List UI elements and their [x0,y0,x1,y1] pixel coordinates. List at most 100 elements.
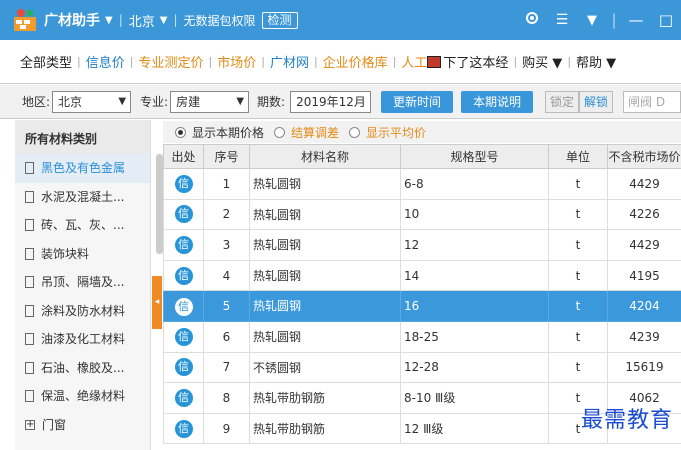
source-cell[interactable]: 信 [163,351,204,384]
sidebar-item[interactable]: 砖、瓦、灰、... [15,211,150,240]
maximize-icon[interactable]: □ [651,11,681,29]
spec-cell: 10 [400,198,549,231]
sidebar-item[interactable]: 吊顶、隔墙及... [15,268,150,297]
sidebar-item[interactable]: 涂料及防水材料 [15,297,150,326]
radio-average[interactable] [349,126,361,138]
sidebar-item[interactable]: 保温、绝缘材料 [15,382,150,411]
col-index[interactable]: 序号 [203,144,250,169]
table-row[interactable]: 信 1 热轧圆钢 6-8 t 4429 [163,168,681,200]
menu-info-price[interactable]: 信息价 [86,52,125,71]
minimize-icon[interactable]: — [621,11,651,29]
app-menu-chevron-icon[interactable]: ▼ [105,15,113,26]
menu-all-types[interactable]: 全部类型 [20,52,72,71]
source-cell[interactable]: 信 [163,259,204,292]
document-icon [25,390,34,403]
divider: | [208,55,213,68]
price-cell: 4429 [607,168,681,200]
sidebar-item[interactable]: 黑色及有色金属 [15,154,150,183]
document-icon [25,219,34,232]
col-spec[interactable]: 规格型号 [400,144,549,169]
city-chevron-icon[interactable]: ▼ [160,15,168,26]
index-cell: 5 [203,290,250,322]
info-source-icon[interactable]: 信 [174,358,193,377]
material-name-cell: 热轧带肋钢筋 [249,382,401,414]
sidebar-item[interactable]: 石油、橡胶及... [15,354,150,383]
menu-guangcai-net[interactable]: 广材网 [270,52,309,71]
index-cell: 9 [203,412,250,445]
source-cell[interactable]: 信 [163,198,204,231]
major-select[interactable]: 房建 ▼ [170,90,250,113]
target-icon[interactable] [517,11,547,29]
table-row[interactable]: 信 6 热轧圆钢 18-25 t 4239 [163,320,681,353]
collapse-sidebar-handle[interactable]: ◂ [152,276,162,329]
unit-cell: t [548,320,608,353]
spec-cell: 8-10 Ⅲ级 [400,382,549,414]
material-name-cell: 热轧圆钢 [249,168,401,200]
expand-icon[interactable]: + [25,419,35,430]
material-name-cell: 热轧圆钢 [249,229,401,261]
info-source-icon[interactable]: 信 [174,298,193,317]
table-header-row: 出处 序号 材料名称 规格型号 单位 不含税市场价 [163,144,681,169]
notice-text: 下了这本经 [443,56,509,71]
no-data-permission-text: 无数据包权限 [183,13,256,28]
source-cell[interactable]: 信 [163,382,204,414]
radio-settlement[interactable] [274,126,286,138]
dropdown-icon[interactable]: ▼ [577,13,607,28]
info-source-icon[interactable]: 信 [174,205,193,224]
col-price[interactable]: 不含税市场价 [607,144,681,169]
period-select[interactable]: 2019年12月 [290,90,371,113]
table-row[interactable]: 信 7 不锈圆钢 12-28 t 15619 [163,351,681,384]
grid-icon[interactable]: ☰ [547,12,577,28]
spec-cell: 12 Ⅲ级 [400,412,549,445]
menu-help[interactable]: 帮助 ▼ [576,52,616,71]
source-cell[interactable]: 信 [163,320,204,353]
info-source-icon[interactable]: 信 [174,174,193,193]
info-source-icon[interactable]: 信 [174,419,193,438]
material-name-cell: 热轧圆钢 [249,198,401,231]
price-cell: 15619 [607,351,681,384]
document-icon [25,247,34,260]
index-cell: 8 [203,382,250,414]
source-cell[interactable]: 信 [163,290,204,322]
menu-buy[interactable]: 购买 ▼ [522,52,562,71]
table-row[interactable]: 信 3 热轧圆钢 12 t 4429 [163,229,681,261]
period-note-button[interactable]: 本期说明 [460,90,533,113]
menu-market-price[interactable]: 市场价 [217,52,256,71]
search-input[interactable]: 闸阀 D [623,90,681,113]
lock-button[interactable]: 锁定 [545,90,580,113]
price-mode-radios: 显示本期价格 结算调差 显示平均价 [163,121,681,143]
menu-enterprise-price-lib[interactable]: 企业价格库 [323,52,388,71]
sidebar-item[interactable]: 装饰块料 [15,240,150,269]
unlock-button[interactable]: 解锁 [579,90,614,113]
source-cell[interactable]: 信 [163,412,204,445]
app-title[interactable]: 广材助手 [44,10,100,30]
sidebar-item[interactable]: + 门窗 [15,411,150,440]
table-row[interactable]: 信 2 热轧圆钢 10 t 4226 [163,198,681,231]
sidebar-header: 所有材料类别 [15,120,150,154]
table-row[interactable]: 信 5 热轧圆钢 16 t 4204 [163,290,681,322]
check-button[interactable]: 检测 [261,11,298,29]
info-source-icon[interactable]: 信 [174,327,193,346]
divider: | [313,55,318,68]
radio-label: 显示平均价 [366,125,427,140]
col-material-name[interactable]: 材料名称 [249,144,401,169]
info-source-icon[interactable]: 信 [174,235,193,254]
sidebar-item[interactable]: 水泥及混凝土... [15,183,150,212]
source-cell[interactable]: 信 [163,168,204,200]
table-row[interactable]: 信 4 热轧圆钢 14 t 4195 [163,259,681,292]
info-source-icon[interactable]: 信 [174,388,193,407]
info-source-icon[interactable]: 信 [174,266,193,285]
price-cell: 4429 [607,229,681,261]
source-cell[interactable]: 信 [163,229,204,261]
col-source[interactable]: 出处 [163,144,204,169]
city-selector[interactable]: 北京 [129,11,155,30]
menu-labor[interactable]: 人工 [401,52,427,71]
price-cell: 4195 [607,259,681,292]
sidebar-item[interactable]: 油漆及化工材料 [15,325,150,354]
radio-show-current[interactable] [175,126,186,138]
update-time-button[interactable]: 更新时间 [380,90,453,113]
col-unit[interactable]: 单位 [548,144,608,169]
menu-professional-price[interactable]: 专业测定价 [138,52,203,71]
region-select[interactable]: 北京 ▼ [52,90,132,113]
sidebar-scrollbar[interactable] [156,154,163,254]
